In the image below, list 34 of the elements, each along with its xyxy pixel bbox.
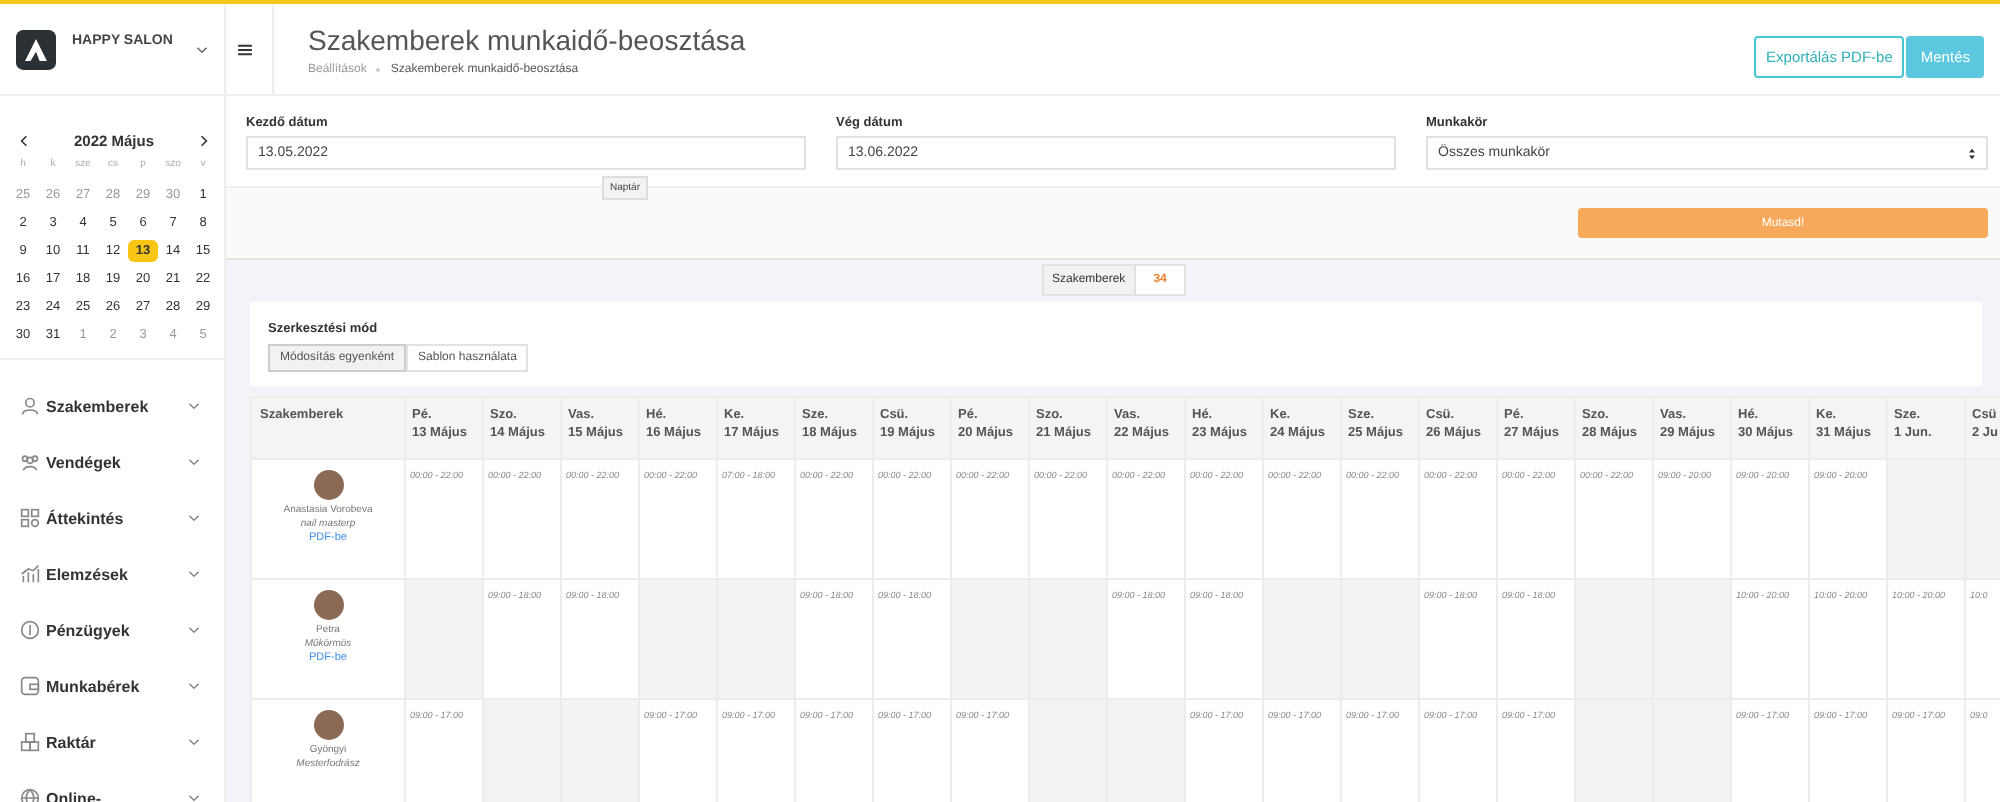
- chevron-down-icon: [188, 626, 200, 634]
- grid-icon: [20, 508, 40, 528]
- sidebar-item[interactable]: Raktár: [20, 732, 200, 752]
- chevron-down-icon: [188, 738, 200, 746]
- boxes-icon: [20, 732, 40, 752]
- chevron-down-icon: [188, 794, 200, 802]
- chevron-right-icon[interactable]: [200, 134, 208, 148]
- avatar: [313, 710, 343, 740]
- sidebar-item[interactable]: Munkabérek: [20, 676, 200, 696]
- sidebar-item[interactable]: Áttekintés: [20, 508, 200, 528]
- chevron-down-icon: [188, 682, 200, 690]
- sidebar-item[interactable]: Pénzügyek: [20, 620, 200, 640]
- globe-icon: [20, 788, 40, 802]
- separator-icon: [376, 67, 381, 71]
- sidebar-item[interactable]: Szakemberek: [20, 396, 200, 416]
- chart-icon: [20, 564, 40, 584]
- sidebar-item[interactable]: Vendégek: [20, 452, 200, 472]
- sort-arrows-icon: [1968, 147, 1976, 159]
- menu-icon[interactable]: [238, 43, 252, 55]
- sidebar-item[interactable]: Elemzések: [20, 564, 200, 584]
- person-icon: [20, 396, 40, 416]
- logo-icon: [16, 29, 56, 69]
- chevron-left-icon[interactable]: [20, 134, 28, 148]
- chevron-down-icon: [188, 458, 200, 466]
- chevron-down-icon: [188, 514, 200, 522]
- chevron-down-icon: [188, 402, 200, 410]
- page-title: Szakemberek munkaidő-beosztása: [308, 23, 748, 55]
- avatar: [313, 470, 343, 500]
- chevron-down-icon[interactable]: [196, 45, 208, 53]
- wallet-icon: [20, 676, 40, 696]
- chevron-down-icon: [188, 570, 200, 578]
- people-icon: [20, 452, 40, 472]
- coin-icon: [20, 620, 40, 640]
- avatar: [313, 590, 343, 620]
